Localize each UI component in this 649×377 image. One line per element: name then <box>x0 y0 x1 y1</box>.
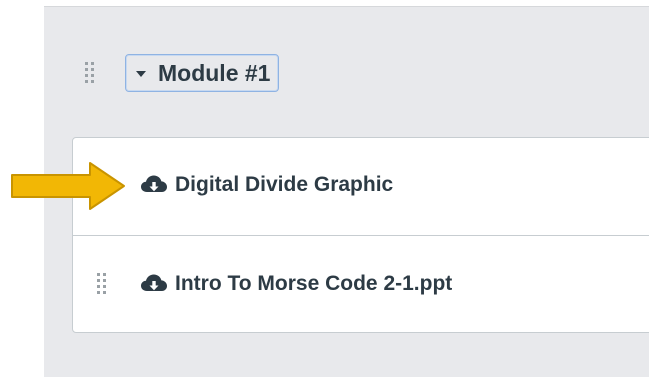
module-collapse-toggle[interactable]: Module #1 <box>125 54 280 92</box>
module-item: Intro To Morse Code 2-1.ppt <box>73 235 649 333</box>
module-item-link[interactable]: Digital Divide Graphic <box>141 173 393 197</box>
module-items-list: Digital Divide Graphic Intro To Morse Co… <box>72 137 649 333</box>
module-drag-handle-icon[interactable] <box>85 62 95 84</box>
module-item-label: Digital Divide Graphic <box>175 173 394 196</box>
module-item-link[interactable]: Intro To Morse Code 2-1.ppt <box>141 272 452 296</box>
item-drag-handle-icon[interactable] <box>97 273 107 295</box>
module-title: Module #1 <box>158 59 271 86</box>
module-item-label: Intro To Morse Code 2-1.ppt <box>175 272 453 295</box>
arrow-right-icon <box>11 162 125 210</box>
page: Module #1 Digital Divide Graphic Intro T… <box>0 0 649 377</box>
module-item: Digital Divide Graphic <box>73 138 649 235</box>
cloud-download-icon <box>141 274 167 291</box>
caret-down-icon <box>136 71 146 77</box>
cloud-download-icon <box>141 175 167 192</box>
